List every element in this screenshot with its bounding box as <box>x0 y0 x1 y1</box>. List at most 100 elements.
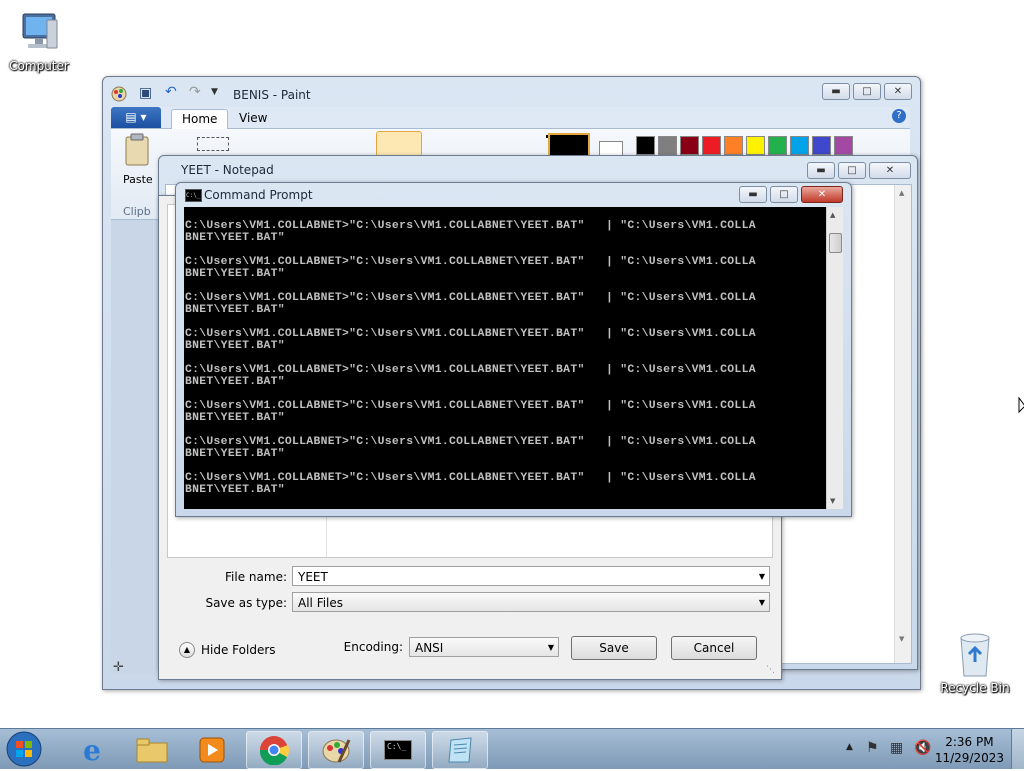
clock[interactable]: 2:36 PM 11/29/2023 <box>935 734 1004 766</box>
palette-color-swatch[interactable] <box>834 136 853 155</box>
save-as-type-select[interactable]: All Files ▼ <box>292 592 770 612</box>
taskbar-file-explorer[interactable] <box>124 731 180 769</box>
notepad-caption-buttons: ▬ □ ✕ <box>807 162 911 179</box>
recycle-bin-icon <box>960 633 990 677</box>
scroll-up-icon[interactable]: ▲ <box>830 211 835 219</box>
start-button[interactable] <box>4 730 46 768</box>
taskbar: e C:\_ ▲ ⚑ ▦ 🔇 2:36 PM 11/29/2023 <box>0 728 1024 769</box>
computer-icon <box>22 13 58 49</box>
scroll-up-icon[interactable]: ▲ <box>899 189 904 197</box>
paint-icon <box>322 739 351 763</box>
scroll-down-icon[interactable]: ▼ <box>830 497 835 505</box>
mouse-cursor-icon <box>1018 397 1024 414</box>
console-output[interactable]: C:\Users\VM1.COLLABNET>"C:\Users\VM1.COL… <box>184 207 826 509</box>
paste-label: Paste <box>123 173 153 186</box>
taskbar-paint[interactable] <box>308 731 364 769</box>
desktop-icon-recycle-bin[interactable]: Recycle Bin <box>940 630 1010 695</box>
save-icon[interactable]: ▣ <box>139 85 152 101</box>
taskbar-media-player[interactable] <box>184 731 240 769</box>
clock-time: 2:36 PM <box>945 735 994 749</box>
show-desktop-button[interactable] <box>1011 729 1024 769</box>
palette-color-swatch[interactable] <box>702 136 721 155</box>
save-as-type-label: Save as type: <box>205 596 287 610</box>
palette-color-swatch[interactable] <box>746 136 765 155</box>
file-name-value: YEET <box>298 570 328 584</box>
palette-color-swatch[interactable] <box>680 136 699 155</box>
minimize-button[interactable]: ▬ <box>807 162 835 179</box>
desktop-icon-computer[interactable]: Computer <box>4 10 74 73</box>
scroll-down-icon[interactable]: ▼ <box>899 635 904 643</box>
file-name-label: File name: <box>225 570 287 584</box>
close-button[interactable]: ✕ <box>869 162 911 179</box>
palette-color-swatch[interactable] <box>812 136 831 155</box>
chevron-down-icon[interactable]: ▼ <box>759 593 765 613</box>
system-tray: ▲ ⚑ ▦ 🔇 2:36 PM 11/29/2023 <box>840 729 1024 769</box>
chevron-up-icon: ▲ <box>179 642 195 658</box>
show-hidden-icons-icon[interactable]: ▲ <box>846 742 853 752</box>
redo-icon[interactable]: ↷ <box>189 84 201 100</box>
cancel-button[interactable]: Cancel <box>671 636 757 660</box>
tab-home[interactable]: Home <box>171 109 229 129</box>
internet-explorer-icon: e <box>83 733 101 767</box>
palette-color-swatch[interactable] <box>636 136 655 155</box>
windows-start-orb-icon <box>6 731 42 767</box>
taskbar-notepad[interactable] <box>432 731 488 769</box>
save-button[interactable]: Save <box>571 636 657 660</box>
notepad-scrollbar[interactable]: ▲ ▼ <box>894 185 911 663</box>
desktop-icon-label: Computer <box>9 59 69 73</box>
help-icon[interactable]: ? <box>892 109 906 123</box>
clipboard-group-label: Clipb <box>123 205 151 218</box>
file-name-input[interactable]: YEET ▼ <box>292 566 770 586</box>
select-tool-icon[interactable] <box>197 137 229 151</box>
paint-app-icon <box>111 86 127 102</box>
chevron-down-icon[interactable]: ▼ <box>548 638 554 658</box>
ribbon-tab-bar: ▤ ▾ Home View ? <box>111 107 910 129</box>
console-text: C:\Users\VM1.COLLABNET>"C:\Users\VM1.COL… <box>185 220 756 496</box>
encoding-select[interactable]: ANSI ▼ <box>409 637 559 657</box>
minimize-button[interactable]: ▬ <box>739 186 767 203</box>
undo-icon[interactable]: ↶ <box>165 84 177 100</box>
taskbar-command-prompt[interactable]: C:\_ <box>370 731 426 769</box>
encoding-value: ANSI <box>415 641 444 655</box>
cmd-caption-buttons: ▬ □ ✕ <box>739 186 843 203</box>
paste-icon[interactable] <box>123 133 153 167</box>
palette-color-swatch[interactable] <box>658 136 677 155</box>
media-player-icon <box>199 737 225 763</box>
action-center-icon[interactable]: ⚑ <box>866 740 879 756</box>
crosshair-icon: ✛ <box>113 660 124 675</box>
desktop-icon-label: Recycle Bin <box>940 681 1010 695</box>
chrome-icon <box>259 736 289 765</box>
taskbar-chrome[interactable] <box>246 731 302 769</box>
hide-folders-label: Hide Folders <box>201 643 276 657</box>
palette-color-swatch[interactable] <box>790 136 809 155</box>
folder-icon <box>136 738 168 763</box>
paint-menu-button[interactable]: ▤ ▾ <box>111 107 161 128</box>
paint-title: BENIS - Paint <box>233 88 311 102</box>
cmd-app-icon: C:\_ <box>185 189 202 202</box>
palette-color-swatch[interactable] <box>724 136 743 155</box>
scroll-thumb[interactable] <box>829 233 842 253</box>
quick-access-dropdown-icon[interactable]: ▼ <box>211 87 218 97</box>
minimize-button[interactable]: ▬ <box>822 83 850 100</box>
notepad-icon <box>448 737 472 763</box>
clock-date: 11/29/2023 <box>934 751 1004 765</box>
notepad-title: YEET - Notepad <box>181 163 274 177</box>
palette-color-swatch[interactable] <box>768 136 787 155</box>
maximize-button[interactable]: □ <box>853 83 881 100</box>
command-prompt-icon: C:\_ <box>384 740 412 760</box>
maximize-button[interactable]: □ <box>838 162 866 179</box>
command-prompt-window[interactable]: C:\_ Command Prompt ▬ □ ✕ C:\Users\VM1.C… <box>175 182 852 517</box>
resize-grip-icon[interactable]: ⋱ <box>766 665 775 675</box>
network-icon[interactable]: ▦ <box>890 740 903 756</box>
hide-folders-button[interactable]: ▲ Hide Folders <box>179 642 276 658</box>
encoding-label: Encoding: <box>343 640 403 654</box>
chevron-down-icon[interactable]: ▼ <box>759 567 765 587</box>
taskbar-internet-explorer[interactable]: e <box>64 731 120 769</box>
close-button[interactable]: ✕ <box>801 186 843 203</box>
save-as-type-value: All Files <box>298 596 344 610</box>
tab-view[interactable]: View <box>229 109 277 128</box>
cmd-scrollbar[interactable]: ▲ ▼ <box>826 207 843 509</box>
maximize-button[interactable]: □ <box>770 186 798 203</box>
close-button[interactable]: ✕ <box>884 83 912 100</box>
volume-muted-icon[interactable]: 🔇 <box>914 740 931 756</box>
